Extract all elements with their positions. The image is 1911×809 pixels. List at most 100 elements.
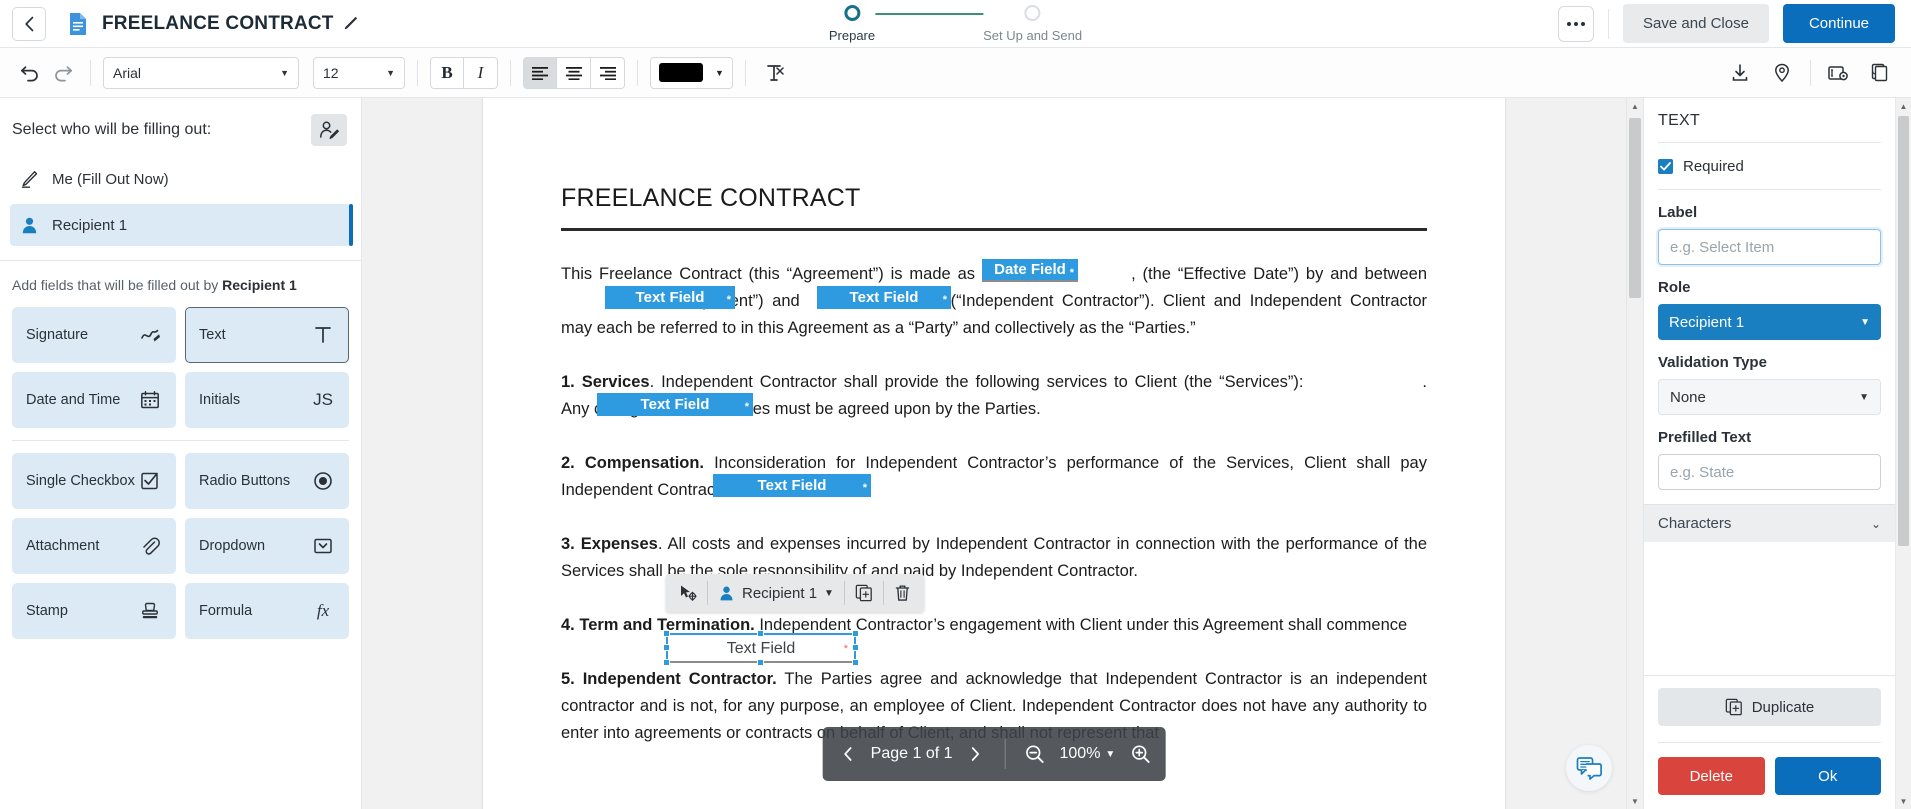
- font-family-value: Arial: [113, 64, 142, 81]
- ok-button[interactable]: Ok: [1774, 757, 1881, 795]
- field-settings-button[interactable]: [1823, 57, 1855, 89]
- resize-handle-middle-right[interactable]: [852, 644, 859, 651]
- doc-field-text-5-selected[interactable]: Text Field *: [663, 630, 859, 666]
- page-indicator: Page 1 of 1: [870, 745, 953, 762]
- chevron-down-icon: ▼: [1860, 316, 1870, 328]
- text-T-icon: [311, 325, 335, 345]
- required-marker: *: [942, 294, 947, 306]
- zoom-out-button[interactable]: [1016, 734, 1054, 774]
- document-scroll-region[interactable]: FREELANCE CONTRACT This Freelance Contra…: [362, 98, 1626, 809]
- field-type-single-checkbox[interactable]: Single Checkbox: [12, 453, 176, 509]
- align-right-icon: [599, 66, 616, 80]
- duplicate-button[interactable]: Duplicate: [1658, 688, 1881, 726]
- step-setup-and-send[interactable]: Set Up and Send: [983, 3, 1082, 43]
- resize-handle-middle-left[interactable]: [663, 644, 670, 651]
- field-label: Radio Buttons: [199, 472, 291, 489]
- label-input[interactable]: [1658, 229, 1881, 265]
- add-recipient-button[interactable]: [311, 114, 347, 146]
- field-type-stamp[interactable]: Stamp: [12, 583, 176, 639]
- scroll-down-arrow[interactable]: ▼: [1896, 793, 1911, 809]
- resize-handle-bottom-right[interactable]: [852, 659, 859, 666]
- next-page-button[interactable]: [957, 734, 995, 774]
- chevron-right-icon: [972, 747, 980, 761]
- scroll-down-arrow[interactable]: ▼: [1627, 793, 1643, 809]
- doc-field-text-2[interactable]: Text Field *: [817, 286, 951, 309]
- align-left-button[interactable]: [523, 56, 557, 89]
- scroll-up-arrow[interactable]: ▲: [1627, 98, 1643, 114]
- top-bar: FREELANCE CONTRACT Prepare Set Up and Se…: [0, 0, 1911, 48]
- recipient-item-me[interactable]: Me (Fill Out Now): [10, 158, 351, 200]
- field-move-handle[interactable]: [672, 578, 704, 608]
- properties-scrollbar-thumb[interactable]: [1898, 116, 1909, 546]
- field-label: Dropdown: [199, 537, 266, 554]
- resize-handle-bottom-center[interactable]: [757, 659, 764, 666]
- field-type-formula[interactable]: Formula fx: [185, 583, 349, 639]
- clear-formatting-button[interactable]: [758, 57, 790, 89]
- prefilled-text-title: Prefilled Text: [1658, 429, 1752, 446]
- back-button[interactable]: [12, 6, 46, 41]
- document-scrollbar[interactable]: ▲ ▼: [1626, 98, 1643, 809]
- role-select[interactable]: Recipient 1 ▼: [1658, 304, 1881, 340]
- field-type-attachment[interactable]: Attachment: [12, 518, 176, 574]
- doc-field-text-1[interactable]: Text Field *: [605, 286, 735, 309]
- zoom-level-select[interactable]: 100% ▼: [1054, 745, 1122, 763]
- copy-pages-button[interactable]: [1865, 57, 1897, 89]
- chevron-down-icon: ▼: [1105, 748, 1116, 760]
- chat-support-button[interactable]: [1566, 745, 1612, 791]
- field-type-date-and-time[interactable]: Date and Time: [12, 372, 176, 428]
- stamp-icon: [138, 601, 162, 621]
- main-area: Select who will be filling out: Me (Fill…: [0, 98, 1911, 809]
- validation-type-select[interactable]: None ▼: [1658, 379, 1881, 415]
- characters-accordion[interactable]: Characters ⌄: [1644, 504, 1895, 542]
- previous-page-button[interactable]: [829, 734, 867, 774]
- align-right-button[interactable]: [591, 56, 625, 89]
- divider: [707, 581, 708, 605]
- step-prepare[interactable]: Prepare: [829, 3, 875, 43]
- document-horizontal-rule: [561, 228, 1427, 231]
- redo-button[interactable]: [46, 57, 78, 89]
- resize-handle-top-left[interactable]: [663, 630, 670, 637]
- resize-handle-top-center[interactable]: [757, 630, 764, 637]
- field-duplicate-button[interactable]: [848, 578, 880, 608]
- location-button[interactable]: [1766, 57, 1798, 89]
- download-button[interactable]: [1724, 57, 1756, 89]
- required-checkbox-row[interactable]: Required: [1658, 143, 1881, 189]
- field-type-signature[interactable]: Signature: [12, 307, 176, 363]
- properties-scrollbar[interactable]: ▲ ▼: [1895, 98, 1911, 809]
- more-options-button[interactable]: [1558, 5, 1595, 42]
- resize-handle-bottom-left[interactable]: [663, 659, 670, 666]
- field-type-dropdown[interactable]: Dropdown: [185, 518, 349, 574]
- radio-icon: [311, 471, 335, 491]
- font-family-select[interactable]: Arial ▼: [103, 56, 299, 89]
- field-type-radio-buttons[interactable]: Radio Buttons: [185, 453, 349, 509]
- prefilled-text-input[interactable]: [1658, 454, 1881, 490]
- field-recipient-select[interactable]: Recipient 1 ▼: [711, 578, 841, 608]
- text-color-picker[interactable]: ▼: [650, 56, 733, 89]
- doc-field-text-3[interactable]: Text Field *: [597, 393, 753, 416]
- bold-button[interactable]: B: [430, 56, 464, 89]
- field-type-text[interactable]: Text: [185, 307, 349, 363]
- field-delete-button[interactable]: [887, 578, 918, 608]
- document-paragraph-2: 1. Services. Independent Contractor shal…: [561, 369, 1427, 423]
- italic-button[interactable]: I: [464, 56, 498, 89]
- recipient-selector-title: Select who will be filling out:: [12, 121, 212, 138]
- required-checkbox[interactable]: [1658, 159, 1673, 174]
- doc-field-date[interactable]: Date Field *: [982, 259, 1078, 282]
- page-title: FREELANCE CONTRACT: [102, 12, 334, 34]
- font-size-select[interactable]: 12 ▼: [313, 56, 405, 89]
- align-center-button[interactable]: [557, 56, 591, 89]
- scroll-up-arrow[interactable]: ▲: [1896, 98, 1911, 114]
- chevron-down-icon: ▼: [715, 67, 724, 78]
- delete-button[interactable]: Delete: [1658, 757, 1765, 795]
- document-heading: FREELANCE CONTRACT: [561, 184, 861, 212]
- undo-button[interactable]: [14, 57, 46, 89]
- document-scrollbar-thumb[interactable]: [1629, 118, 1641, 298]
- recipient-item-recipient-1[interactable]: Recipient 1: [10, 204, 353, 246]
- resize-handle-top-right[interactable]: [852, 630, 859, 637]
- zoom-in-button[interactable]: [1121, 734, 1159, 774]
- field-type-initials[interactable]: Initials JS: [185, 372, 349, 428]
- continue-button[interactable]: Continue: [1782, 4, 1895, 43]
- pencil-icon[interactable]: [343, 16, 358, 31]
- save-and-close-button[interactable]: Save and Close: [1623, 4, 1769, 43]
- doc-field-text-4[interactable]: Text Field *: [713, 474, 871, 497]
